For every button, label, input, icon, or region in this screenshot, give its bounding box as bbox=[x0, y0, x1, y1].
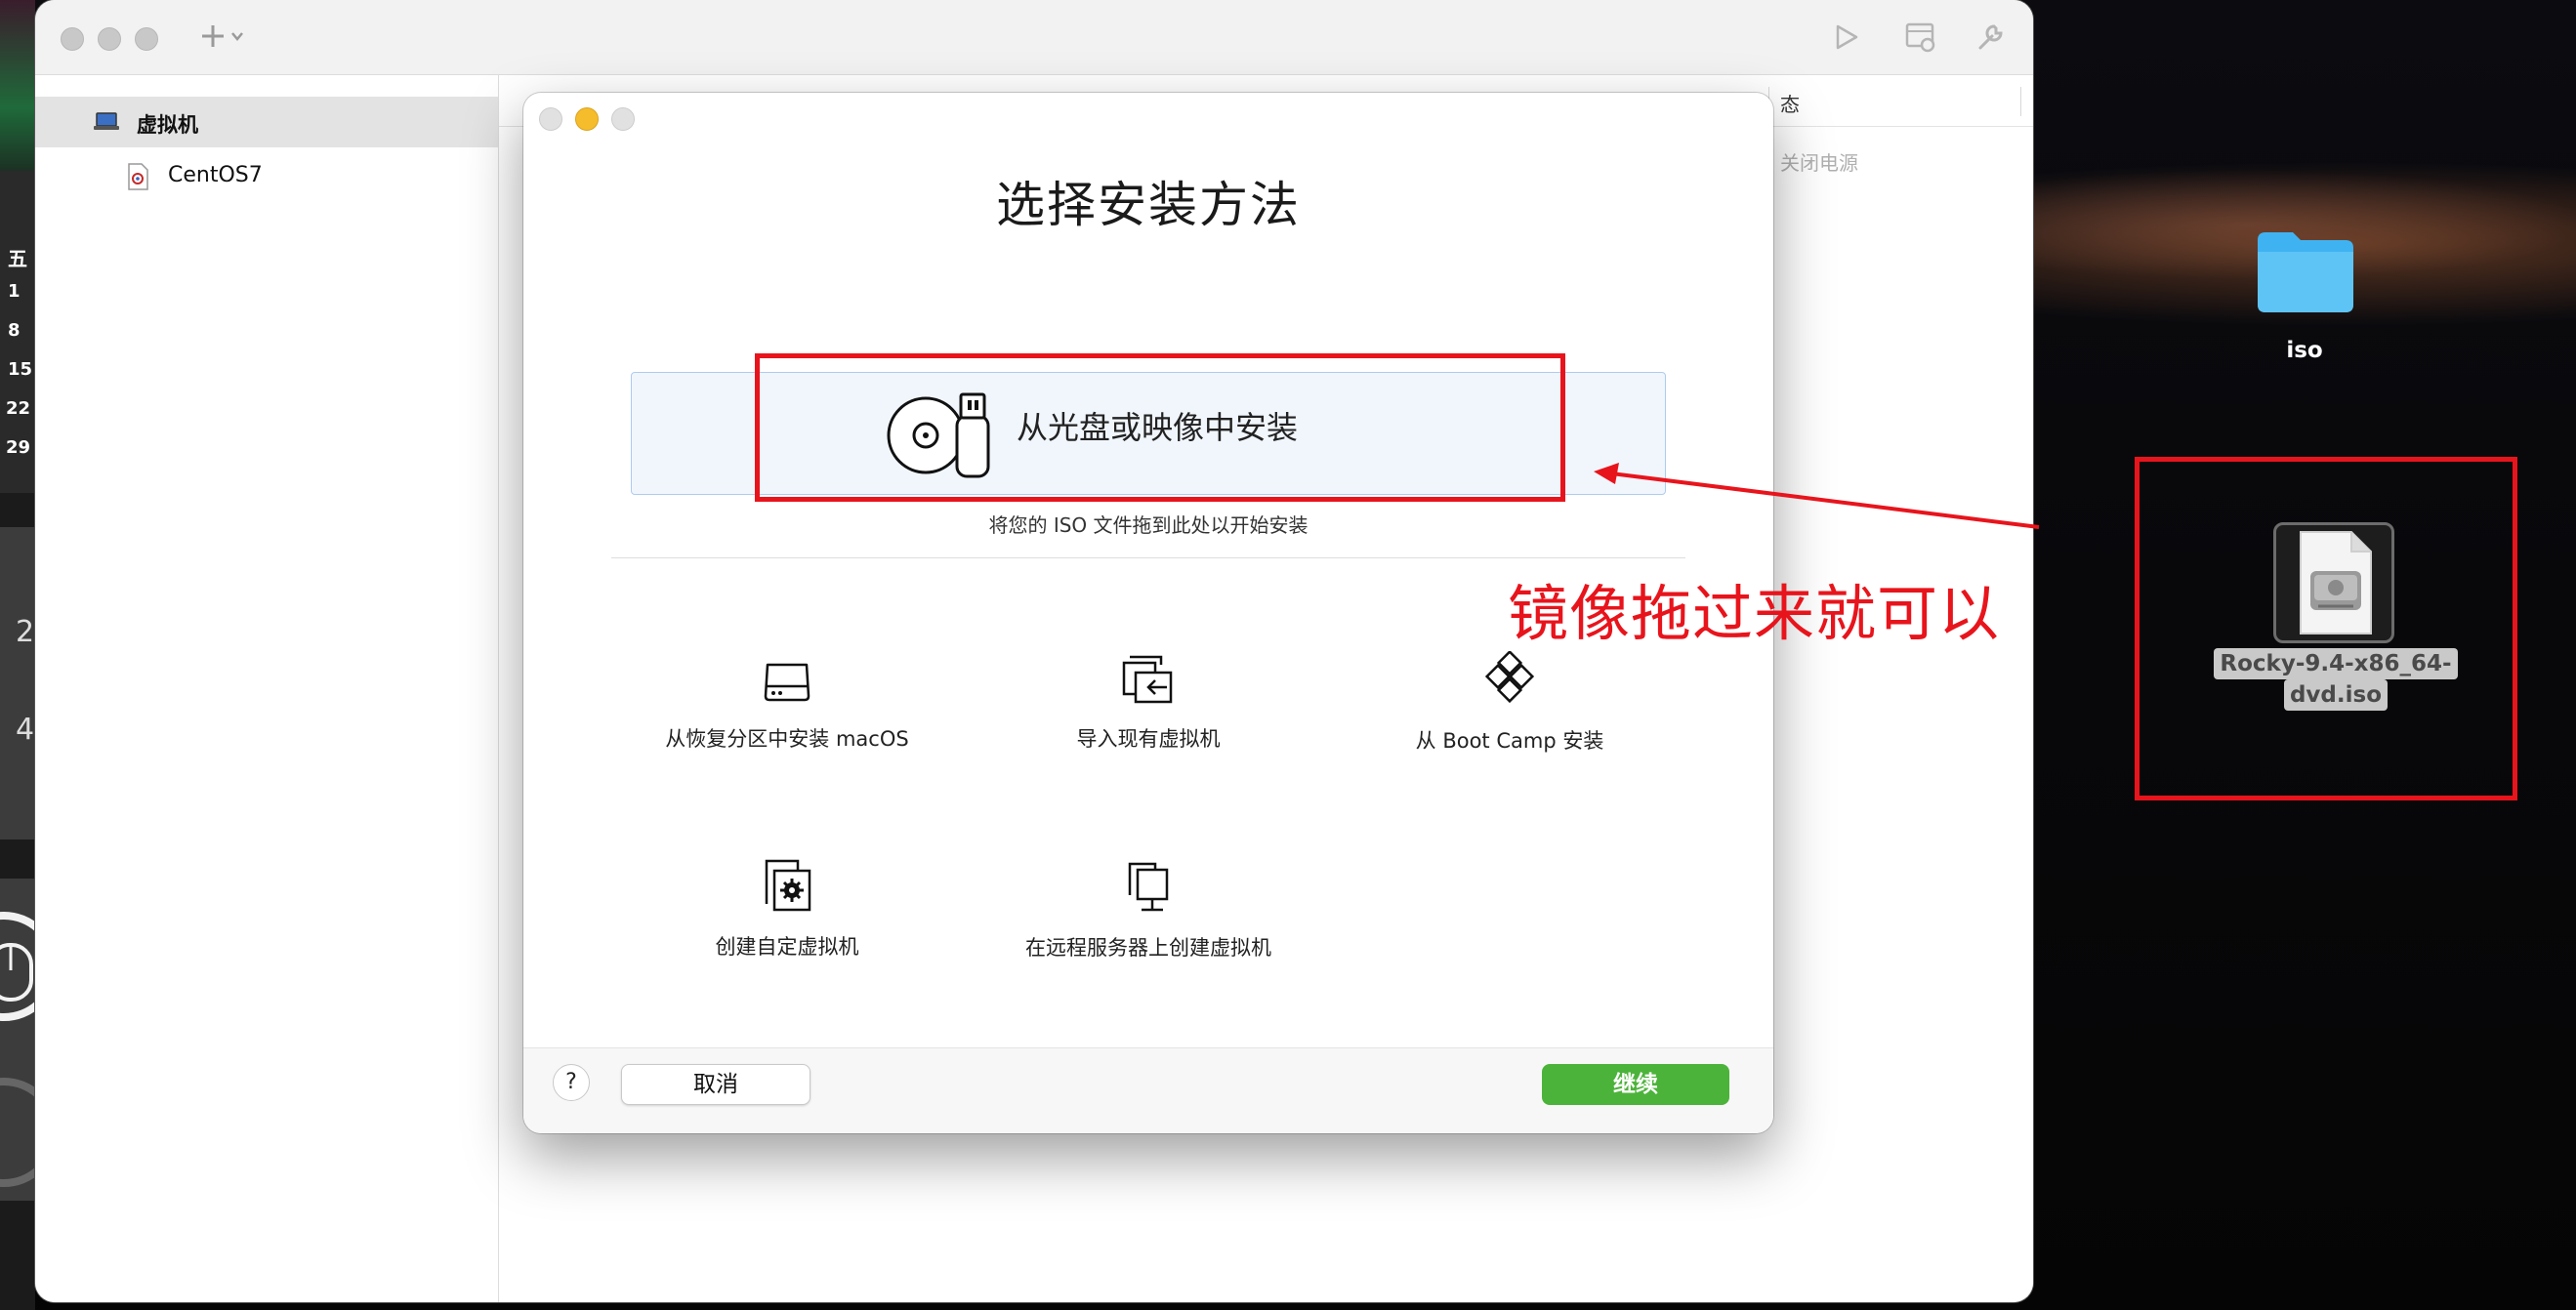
option-create-custom-vm[interactable]: 创建自定虚拟机 bbox=[592, 857, 982, 961]
desktop-background: 五 1 8 15 22 29 2 4 虚拟机 CentOS7 态 关闭电源 选择… bbox=[0, 0, 2576, 1310]
clock-widget: 2 4 bbox=[0, 527, 35, 839]
option-import-vm[interactable]: 导入现有虚拟机 bbox=[953, 653, 1344, 753]
iso-file-label-line2: dvd.iso bbox=[2283, 679, 2389, 711]
annotation-box-drop-zone bbox=[755, 353, 1565, 502]
annotation-arrow-icon bbox=[1594, 463, 2040, 529]
settings-panel-icon bbox=[1905, 22, 1935, 53]
zoom-window-button[interactable] bbox=[135, 27, 158, 51]
cancel-button[interactable]: 取消 bbox=[621, 1064, 810, 1105]
run-vm-button[interactable] bbox=[1834, 23, 1859, 57]
sidebar-item-centos7[interactable]: CentOS7 bbox=[35, 153, 498, 200]
sidebar-group-label: 虚拟机 bbox=[137, 113, 198, 137]
annotation-text: 镜像拖过来就可以 bbox=[1508, 578, 2001, 649]
iso-file-label-line1: Rocky-9.4-x86_64- bbox=[2214, 648, 2458, 679]
iso-file-label: Rocky-9.4-x86_64- dvd.iso bbox=[2209, 648, 2463, 711]
desktop-folder-iso[interactable]: iso bbox=[2236, 223, 2373, 379]
mouse-battery-icon bbox=[0, 912, 59, 1187]
option-label: 导入现有虚拟机 bbox=[1076, 727, 1221, 751]
import-vm-icon bbox=[1122, 655, 1173, 704]
close-window-button[interactable] bbox=[61, 27, 84, 51]
dialog-zoom-button[interactable] bbox=[611, 107, 635, 131]
dialog-footer: ? 取消 继续 bbox=[523, 1047, 1773, 1133]
calendar-date: 15 bbox=[8, 359, 33, 380]
dialog-title: 选择安装方法 bbox=[996, 177, 1301, 233]
folder-label: iso bbox=[2286, 338, 2323, 363]
option-install-macos-recovery[interactable]: 从恢复分区中安装 macOS bbox=[592, 657, 982, 753]
wrench-icon bbox=[1978, 24, 2003, 50]
desktop-file-rocky-iso[interactable] bbox=[2273, 522, 2394, 643]
clock-digit: 2 bbox=[16, 615, 35, 649]
dialog-close-button[interactable] bbox=[539, 107, 562, 131]
calendar-date: 8 bbox=[8, 320, 21, 341]
calendar-date: 22 bbox=[6, 398, 31, 419]
vm-file-icon bbox=[128, 163, 148, 190]
calendar-widget: 五 1 8 15 22 29 bbox=[0, 171, 35, 493]
custom-vm-icon bbox=[765, 859, 811, 912]
option-label: 创建自定虚拟机 bbox=[715, 935, 859, 959]
remote-server-icon bbox=[1128, 862, 1169, 912]
wallpaper-aurora bbox=[0, 0, 35, 195]
vm-status-text: 关闭电源 bbox=[1780, 151, 1858, 175]
calendar-date: 29 bbox=[6, 437, 31, 458]
sidebar-group-vms[interactable]: 虚拟机 bbox=[35, 97, 498, 147]
column-header-status[interactable]: 态 bbox=[1780, 89, 1800, 117]
laptop-icon bbox=[94, 112, 119, 130]
battery-widget bbox=[0, 879, 59, 1201]
section-divider bbox=[611, 557, 1685, 558]
add-vm-button[interactable] bbox=[201, 21, 252, 57]
column-divider bbox=[2020, 87, 2021, 116]
vm-settings-button[interactable] bbox=[1904, 21, 1937, 59]
option-label: 从恢复分区中安装 macOS bbox=[665, 727, 909, 751]
hard-drive-icon bbox=[764, 663, 810, 702]
option-remote-server-vm[interactable]: 在远程服务器上创建虚拟机 bbox=[953, 860, 1344, 962]
calendar-weekday: 五 bbox=[8, 247, 27, 270]
clock-digit: 4 bbox=[16, 713, 35, 747]
window-titlebar bbox=[35, 0, 2033, 75]
option-label: 从 Boot Camp 安装 bbox=[1415, 729, 1604, 753]
help-button[interactable]: ? bbox=[553, 1064, 590, 1101]
option-install-bootcamp[interactable]: 从 Boot Camp 安装 bbox=[1314, 651, 1705, 755]
drop-zone-hint: 将您的 ISO 文件拖到此处以开始安装 bbox=[988, 513, 1309, 537]
vm-library-sidebar: 虚拟机 CentOS7 bbox=[35, 75, 499, 1302]
plus-chevron-icon bbox=[202, 25, 243, 47]
disk-image-icon bbox=[2300, 531, 2372, 635]
continue-button[interactable]: 继续 bbox=[1542, 1064, 1729, 1105]
tools-button[interactable] bbox=[1974, 21, 2006, 59]
bootcamp-icon bbox=[1484, 651, 1535, 704]
minimize-window-button[interactable] bbox=[98, 27, 121, 51]
dialog-minimize-button[interactable] bbox=[575, 107, 599, 131]
folder-icon bbox=[2258, 232, 2353, 312]
calendar-date: 1 bbox=[8, 281, 21, 302]
option-label: 在远程服务器上创建虚拟机 bbox=[1025, 936, 1271, 960]
sidebar-item-label: CentOS7 bbox=[168, 163, 263, 187]
play-icon bbox=[1836, 24, 1858, 50]
